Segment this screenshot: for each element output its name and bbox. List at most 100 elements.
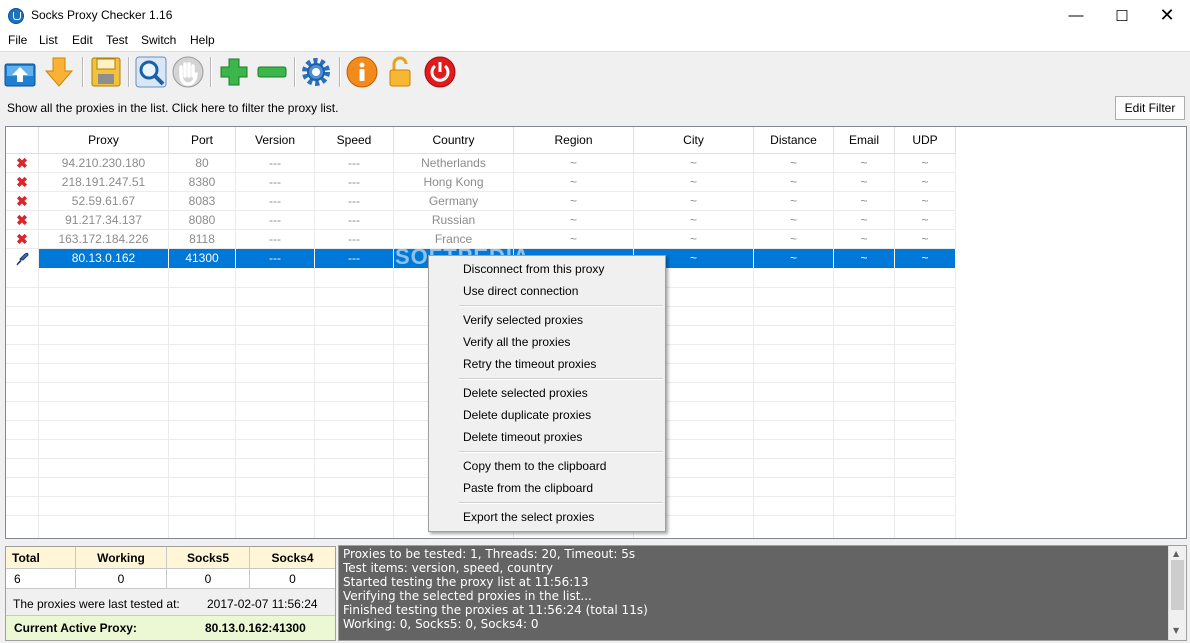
menu-use-direct-connection[interactable]: Use direct connection: [463, 284, 578, 298]
speed-cell: ---: [315, 211, 394, 230]
last-tested-value: 2017-02-07 11:56:24: [207, 597, 318, 611]
distance-cell: ~: [754, 154, 834, 173]
column-header-region[interactable]: Region: [514, 127, 634, 154]
menu-delete-selected[interactable]: Delete selected proxies: [463, 386, 588, 400]
scroll-up-icon[interactable]: ▲: [1173, 549, 1179, 558]
distance-cell: ~: [754, 230, 834, 249]
region-cell: ~: [514, 154, 634, 173]
menu-copy-clipboard[interactable]: Copy them to the clipboard: [463, 459, 606, 473]
edit-filter-button[interactable]: Edit Filter: [1115, 96, 1185, 120]
email-cell: ~: [834, 192, 895, 211]
menu-retry-timeout[interactable]: Retry the timeout proxies: [463, 357, 596, 371]
menu-file[interactable]: File: [8, 33, 27, 47]
email-cell: ~: [834, 154, 895, 173]
version-cell: ---: [236, 192, 315, 211]
scroll-thumb[interactable]: [1171, 560, 1184, 610]
filter-bar: Show all the proxies in the list. Click …: [0, 94, 1190, 122]
window-title: Socks Proxy Checker 1.16: [31, 8, 173, 22]
stat-header-socks4: Socks4: [250, 547, 335, 569]
power-icon[interactable]: [424, 56, 456, 88]
menu-paste-clipboard[interactable]: Paste from the clipboard: [463, 481, 593, 495]
city-cell: ~: [634, 154, 754, 173]
menu-export-selected[interactable]: Export the select proxies: [463, 510, 594, 524]
unlock-icon[interactable]: [384, 56, 416, 88]
column-header-port[interactable]: Port: [169, 127, 236, 154]
log-line: Proxies to be tested: 1, Threads: 20, Ti…: [343, 547, 636, 561]
version-cell: ---: [236, 249, 315, 268]
udp-cell: ~: [895, 192, 956, 211]
title-bar: Socks Proxy Checker 1.16 — ☐ ✕: [0, 0, 1190, 31]
failed-status-icon: ✖: [6, 192, 39, 211]
stop-hand-icon[interactable]: [172, 56, 204, 88]
remove-icon[interactable]: [256, 56, 288, 88]
port-cell: 8380: [169, 173, 236, 192]
column-header-speed[interactable]: Speed: [315, 127, 394, 154]
log-line: Test items: version, speed, country: [343, 561, 554, 575]
save-icon[interactable]: [90, 56, 122, 88]
version-cell: ---: [236, 173, 315, 192]
email-cell: ~: [834, 211, 895, 230]
port-cell: 41300: [169, 249, 236, 268]
column-header-distance[interactable]: Distance: [754, 127, 834, 154]
menu-list[interactable]: List: [39, 33, 58, 47]
country-cell: Netherlands: [394, 154, 514, 173]
port-cell: 8118: [169, 230, 236, 249]
menu-disconnect-proxy[interactable]: Disconnect from this proxy: [463, 262, 604, 276]
last-tested-row: The proxies were last tested at: 2017-02…: [6, 589, 335, 616]
stats-panel: Total Working Socks5 Socks4 6 0 0 0 The …: [5, 546, 336, 641]
udp-cell: ~: [895, 230, 956, 249]
city-cell: ~: [634, 211, 754, 230]
column-header-proxy[interactable]: Proxy: [39, 127, 169, 154]
city-cell: ~: [634, 230, 754, 249]
udp-cell: ~: [895, 154, 956, 173]
country-cell: Germany: [394, 192, 514, 211]
menu-test[interactable]: Test: [106, 33, 128, 47]
menu-help[interactable]: Help: [190, 33, 215, 47]
email-cell: ~: [834, 249, 895, 268]
column-header-email[interactable]: Email: [834, 127, 895, 154]
download-icon[interactable]: [43, 56, 75, 88]
proxy-cell: 52.59.61.67: [39, 192, 169, 211]
region-cell: ~: [514, 173, 634, 192]
proxy-cell: 163.172.184.226: [39, 230, 169, 249]
failed-status-icon: ✖: [6, 230, 39, 249]
app-icon: [8, 8, 24, 24]
menu-delete-duplicate[interactable]: Delete duplicate proxies: [463, 408, 591, 422]
stat-total-value: 6: [6, 569, 76, 589]
city-cell: ~: [634, 173, 754, 192]
menu-edit[interactable]: Edit: [72, 33, 93, 47]
failed-status-icon: ✖: [6, 211, 39, 230]
filter-description-link[interactable]: Show all the proxies in the list. Click …: [7, 101, 338, 115]
menu-delete-timeout[interactable]: Delete timeout proxies: [463, 430, 582, 444]
column-header-version[interactable]: Version: [236, 127, 315, 154]
email-cell: ~: [834, 173, 895, 192]
context-menu: Disconnect from this proxy Use direct co…: [428, 255, 666, 532]
minimize-button[interactable]: —: [1053, 0, 1099, 31]
column-header-city[interactable]: City: [634, 127, 754, 154]
info-icon[interactable]: [346, 56, 378, 88]
import-icon[interactable]: [4, 56, 36, 88]
close-button[interactable]: ✕: [1144, 0, 1190, 31]
menu-verify-selected[interactable]: Verify selected proxies: [463, 313, 583, 327]
scroll-down-icon[interactable]: ▼: [1173, 626, 1179, 635]
udp-cell: ~: [895, 249, 956, 268]
add-icon[interactable]: [218, 56, 250, 88]
menu-bar: File List Edit Test Switch Help: [0, 31, 1190, 52]
stat-socks4-value: 0: [250, 569, 335, 589]
udp-cell: ~: [895, 173, 956, 192]
menu-switch[interactable]: Switch: [141, 33, 176, 47]
stat-working-value: 0: [76, 569, 167, 589]
column-header-udp[interactable]: UDP: [895, 127, 956, 154]
email-cell: ~: [834, 230, 895, 249]
search-icon[interactable]: [135, 56, 167, 88]
maximize-button[interactable]: ☐: [1099, 0, 1145, 31]
menu-verify-all[interactable]: Verify all the proxies: [463, 335, 570, 349]
city-cell: ~: [634, 192, 754, 211]
settings-gear-icon[interactable]: [300, 56, 332, 88]
log-scrollbar[interactable]: ▲ ▼: [1168, 546, 1186, 640]
column-header-country[interactable]: Country: [394, 127, 514, 154]
port-cell: 80: [169, 154, 236, 173]
log-panel[interactable]: Proxies to be tested: 1, Threads: 20, Ti…: [338, 545, 1187, 641]
distance-cell: ~: [754, 249, 834, 268]
proxy-cell: 91.217.34.137: [39, 211, 169, 230]
